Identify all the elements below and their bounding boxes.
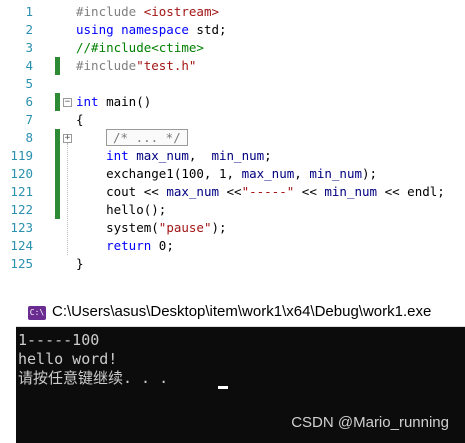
line-number: 3 xyxy=(25,40,33,55)
code-line[interactable]: 3 //#include<ctime> xyxy=(0,39,465,57)
code-token: #include xyxy=(76,58,137,73)
console-title: C:\Users\asus\Desktop\item\work1\x64\Deb… xyxy=(52,303,432,320)
line-number: 121 xyxy=(10,184,33,199)
code-token: max_num xyxy=(241,166,295,181)
line-number: 6 xyxy=(25,94,33,109)
line-number: 122 xyxy=(10,202,33,217)
code-text: #include"test.h" xyxy=(76,57,196,75)
code-token: system( xyxy=(76,220,159,235)
code-token: #include xyxy=(76,4,144,19)
code-token: //#include<ctime> xyxy=(76,40,204,55)
code-token: min_num xyxy=(211,148,265,163)
code-token: std; xyxy=(196,22,227,37)
line-number: 120 xyxy=(10,166,33,181)
code-text: return 0; xyxy=(76,237,174,255)
code-line[interactable]: 1 #include <iostream> xyxy=(0,3,465,21)
code-token: max_num xyxy=(136,148,189,163)
change-marker xyxy=(55,183,60,201)
code-token: "pause" xyxy=(158,220,212,235)
code-token: <iostream> xyxy=(143,4,219,19)
code-token: namespace xyxy=(121,22,197,37)
code-token: int xyxy=(76,148,137,163)
code-token: min_num xyxy=(324,184,378,199)
line-number: 125 xyxy=(10,256,33,271)
code-text: //#include<ctime> xyxy=(76,39,204,57)
code-token: using xyxy=(76,22,122,37)
console-cursor xyxy=(218,386,228,389)
watermark: CSDN @Mario_running xyxy=(291,414,449,431)
line-number: 123 xyxy=(10,220,33,235)
code-token: << xyxy=(219,184,242,199)
code-token: << xyxy=(294,184,325,199)
code-token: return xyxy=(76,238,159,253)
line-number: 2 xyxy=(25,22,33,37)
change-marker xyxy=(55,57,60,75)
collapsed-region[interactable]: /* ... */ xyxy=(106,129,188,146)
code-token: cout << xyxy=(76,184,167,199)
code-line[interactable]: 5 xyxy=(0,75,465,93)
code-line[interactable]: 2 using namespace std; xyxy=(0,21,465,39)
change-marker xyxy=(55,165,60,183)
code-text: exchange1(100, 1, max_num, min_num); xyxy=(76,165,377,183)
line-number: 124 xyxy=(10,238,33,253)
code-text: int main() xyxy=(76,93,151,111)
code-text: hello(); xyxy=(76,201,166,219)
change-marker xyxy=(55,147,60,165)
indent-guide xyxy=(67,143,69,255)
change-marker xyxy=(55,201,60,219)
code-text: /* ... */ xyxy=(106,129,188,147)
code-token: exchange1(100, 1, xyxy=(76,166,242,181)
code-token: ); xyxy=(211,220,227,235)
code-token: max_num xyxy=(166,184,219,199)
code-token: , xyxy=(188,148,212,163)
change-marker xyxy=(55,93,60,111)
console-output-line: hello word! xyxy=(18,350,118,368)
code-token: , xyxy=(294,166,310,181)
code-line[interactable]: 4 #include"test.h" xyxy=(0,57,465,75)
code-line[interactable]: 6 − int main() xyxy=(0,93,465,111)
code-line[interactable]: 8 + /* ... */ xyxy=(0,129,465,147)
code-token: } xyxy=(76,256,84,271)
code-text: #include <iostream> xyxy=(76,3,219,21)
code-line[interactable]: 121 cout << max_num <<"-----" << min_num… xyxy=(0,183,465,201)
cmd-window-icon: C:\ xyxy=(28,306,46,320)
console-output-line: 请按任意键继续. . . xyxy=(18,369,178,387)
code-editor[interactable]: 1 #include <iostream> 2 using namespace std… xyxy=(0,0,465,290)
code-line[interactable]: 120 exchange1(100, 1, max_num, min_num); xyxy=(0,165,465,183)
code-text: { xyxy=(76,111,84,129)
code-token: int xyxy=(76,94,107,109)
expand-icon[interactable]: + xyxy=(63,134,72,143)
code-token: "test.h" xyxy=(136,58,197,73)
line-number: 4 xyxy=(25,58,33,73)
code-line[interactable]: 125} xyxy=(0,255,465,273)
code-text: using namespace std; xyxy=(76,21,227,39)
change-marker xyxy=(55,129,60,147)
line-number: 119 xyxy=(10,148,33,163)
code-line[interactable]: 7{ xyxy=(0,111,465,129)
code-token: "-----" xyxy=(241,184,295,199)
code-line[interactable]: 119 int max_num, min_num; xyxy=(0,147,465,165)
console-titlebar[interactable]: C:\ C:\Users\asus\Desktop\item\work1\x64… xyxy=(16,299,465,327)
code-token: hello(); xyxy=(76,202,167,217)
line-number: 8 xyxy=(25,130,33,145)
code-text: system("pause"); xyxy=(76,219,227,237)
collapse-icon[interactable]: − xyxy=(63,98,72,107)
line-number: 7 xyxy=(25,112,33,127)
code-token: main() xyxy=(106,94,152,109)
code-line[interactable]: 123 system("pause"); xyxy=(0,219,465,237)
code-line[interactable]: 122 hello(); xyxy=(0,201,465,219)
line-number: 5 xyxy=(25,76,33,91)
code-token: ); xyxy=(362,166,378,181)
code-text: int max_num, min_num; xyxy=(76,147,272,165)
code-text: cout << max_num <<"-----" << min_num << … xyxy=(76,183,445,201)
line-number: 1 xyxy=(25,4,33,19)
code-text: } xyxy=(76,255,84,273)
code-line[interactable]: 124 return 0; xyxy=(0,237,465,255)
code-token: ; xyxy=(264,148,272,163)
code-token: 0; xyxy=(158,238,174,253)
code-token: << endl; xyxy=(377,184,445,199)
code-token: min_num xyxy=(309,166,363,181)
code-token: { xyxy=(76,112,84,127)
console-output-line: 1-----100 xyxy=(18,331,100,349)
